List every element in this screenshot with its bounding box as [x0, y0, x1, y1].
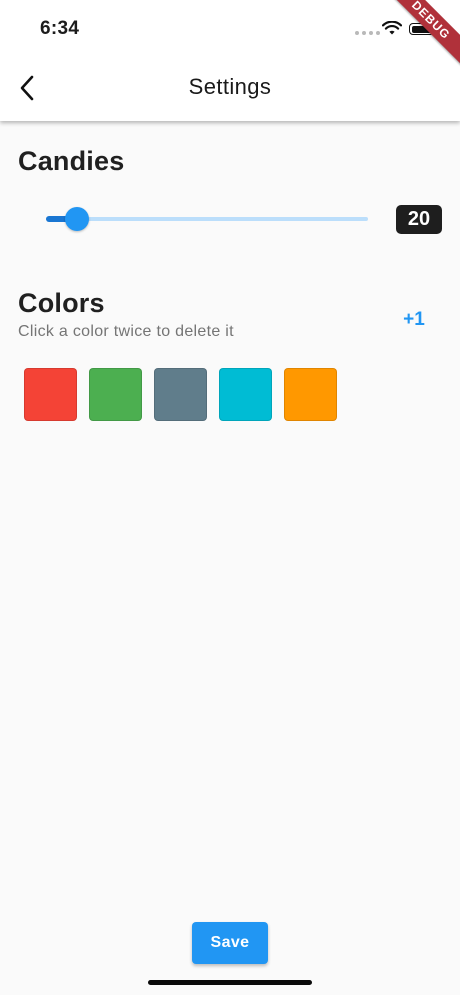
color-swatch-red[interactable] — [24, 368, 77, 421]
slider-thumb[interactable] — [65, 207, 89, 231]
color-swatch-orange[interactable] — [284, 368, 337, 421]
page-title: Settings — [188, 74, 272, 99]
candies-heading: Candies — [18, 146, 125, 176]
color-swatch-cyan[interactable] — [219, 368, 272, 421]
add-color-button[interactable]: +1 — [394, 306, 434, 334]
status-time: 6:34 — [40, 18, 80, 39]
app-bar: 6:34 Settings — [0, 0, 460, 121]
candies-slider[interactable] — [46, 205, 368, 233]
save-button[interactable]: Save — [192, 922, 268, 964]
slider-track — [46, 217, 368, 221]
color-swatch-list — [24, 368, 337, 421]
color-swatch-blue-grey[interactable] — [154, 368, 207, 421]
home-indicator — [148, 980, 312, 985]
candies-value-badge: 20 — [396, 205, 442, 234]
wifi-icon — [382, 21, 402, 35]
colors-heading: Colors — [18, 288, 105, 318]
color-swatch-green[interactable] — [89, 368, 142, 421]
cellular-signal-icon — [355, 31, 380, 35]
colors-hint: Click a color twice to delete it — [18, 323, 234, 340]
